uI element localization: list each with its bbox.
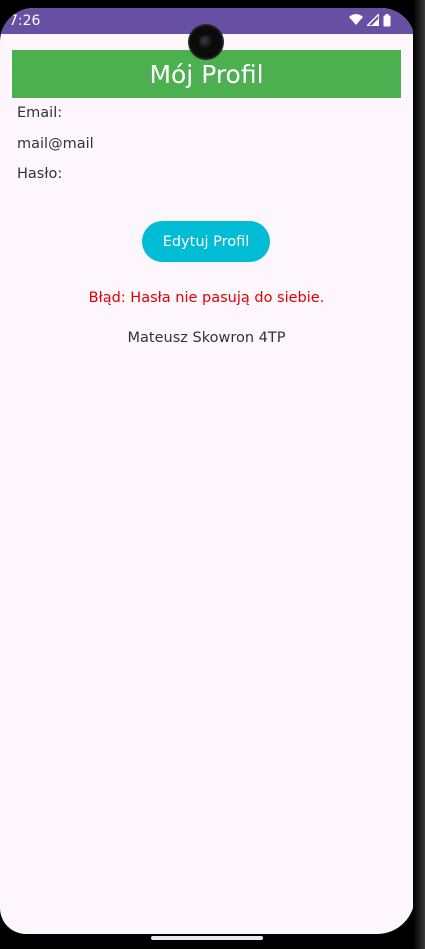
password-label: Hasło: — [17, 166, 63, 182]
battery-icon — [383, 13, 391, 26]
edit-profile-button[interactable]: Edytuj Profil — [142, 221, 270, 262]
phone-frame: 7:26 Mój Profil Email: mail@mail Hasło: — [0, 0, 425, 949]
signal-icon — [367, 14, 379, 26]
camera-lens-icon — [199, 35, 213, 49]
wifi-icon — [349, 14, 363, 25]
status-time: 7:26 — [9, 13, 41, 29]
home-indicator[interactable] — [151, 936, 263, 940]
phone-side-edge — [413, 0, 425, 949]
author-label: Mateusz Skowron 4TP — [127, 330, 286, 346]
error-message: Błąd: Hasła nie pasują do siebie. — [88, 290, 325, 306]
page-title: Mój Profil — [149, 59, 264, 89]
status-icons — [349, 12, 391, 28]
email-label: Email: — [17, 105, 63, 121]
app-screen: 7:26 Mój Profil Email: mail@mail Hasło: — [0, 8, 415, 934]
front-camera — [190, 26, 222, 58]
email-value: mail@mail — [17, 136, 94, 152]
